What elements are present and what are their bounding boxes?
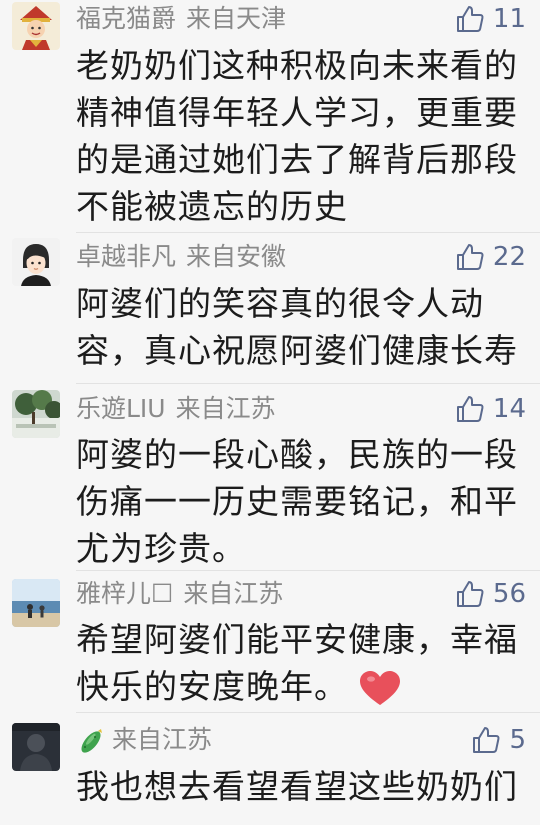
comment-text: 阿婆们的笑容真的很令人动 容，真心祝愿阿婆们健康长寿	[76, 280, 518, 374]
comment-meta: 福克猫爵 来自天津	[76, 2, 286, 36]
like-count: 14	[492, 394, 526, 424]
comment-line-text: 快乐的安度晚年。	[76, 667, 348, 706]
avatar[interactable]	[12, 390, 60, 438]
comment-item: 福克猫爵 来自天津 11 老奶奶们这种积极向未来看的 精神值得年轻人学习，更重要 …	[0, 0, 540, 232]
comment-line: 老奶奶们这种积极向未来看的	[76, 46, 518, 85]
location: 来自安徽	[186, 242, 287, 271]
like-button[interactable]: 5	[471, 723, 526, 757]
thumbs-up-icon	[455, 242, 485, 272]
thumbs-up-icon	[471, 725, 501, 755]
comment-meta: 乐遊LIU 来自江苏	[76, 392, 276, 426]
username[interactable]: 乐遊LIU	[76, 394, 166, 423]
comment-line: 尤为珍贵。	[76, 529, 246, 568]
comment-text: 希望阿婆们能平安健康，幸福 快乐的安度晚年。	[76, 616, 518, 710]
comment-line: 的是通过她们去了解背后那段	[76, 140, 518, 179]
comment-line: 快乐的安度晚年。	[76, 663, 516, 710]
location: 来自江苏	[183, 579, 284, 608]
comment-item: 来自江苏 5 我也想去看望看望这些奶奶们	[0, 713, 540, 825]
comment-line: 不能被遗忘的历史	[76, 187, 348, 226]
like-button[interactable]: 22	[455, 240, 526, 274]
like-count: 11	[492, 4, 526, 34]
like-button[interactable]: 11	[455, 2, 526, 36]
username[interactable]: 福克猫爵	[76, 4, 176, 33]
comment-line: 伤痛一一历史需要铭记，和平	[76, 482, 518, 521]
comment-text: 老奶奶们这种积极向未来看的 精神值得年轻人学习，更重要 的是通过她们去了解背后那…	[76, 42, 518, 230]
thumbs-up-icon	[455, 394, 485, 424]
comment-item: 卓越非凡 来自安徽 22 阿婆们的笑容真的很令人动 容，真心祝愿阿婆们健康长寿	[0, 233, 540, 383]
comment-item: 乐遊LIU 来自江苏 14 阿婆的一段心酸，民族的一段 伤痛一一历史需要铭记，和平…	[0, 384, 540, 570]
cucumber-icon	[76, 726, 106, 756]
comment-text: 我也想去看望看望这些奶奶们	[76, 763, 518, 810]
location: 来自江苏	[112, 725, 213, 754]
location: 来自天津	[186, 4, 287, 33]
heart-icon	[360, 670, 400, 707]
like-button[interactable]: 56	[455, 577, 526, 611]
like-count: 22	[492, 242, 526, 272]
comment-feed: 福克猫爵 来自天津 11 老奶奶们这种积极向未来看的 精神值得年轻人学习，更重要 …	[0, 0, 540, 825]
comment-meta: 来自江苏	[76, 723, 212, 757]
comment-meta: 卓越非凡 来自安徽	[76, 240, 286, 274]
like-button[interactable]: 14	[455, 392, 526, 426]
like-count: 56	[492, 579, 526, 609]
location: 来自江苏	[175, 394, 276, 423]
avatar[interactable]	[12, 2, 60, 50]
comment-line: 希望阿婆们能平安健康，幸福	[76, 620, 518, 659]
comment-line: 容，真心祝愿阿婆们健康长寿	[76, 331, 518, 370]
avatar[interactable]	[12, 579, 60, 627]
comment-meta: 雅梓儿☐ 来自江苏	[76, 577, 283, 611]
thumbs-up-icon	[455, 579, 485, 609]
comment-text: 阿婆的一段心酸，民族的一段 伤痛一一历史需要铭记，和平 尤为珍贵。	[76, 431, 518, 572]
comment-line: 阿婆的一段心酸，民族的一段	[76, 435, 518, 474]
thumbs-up-icon	[455, 4, 485, 34]
username[interactable]: 雅梓儿☐	[76, 579, 173, 608]
comment-line: 我也想去看望看望这些奶奶们	[76, 767, 518, 806]
like-count: 5	[509, 725, 526, 755]
avatar[interactable]	[12, 238, 60, 286]
comment-line: 精神值得年轻人学习，更重要	[76, 93, 518, 132]
avatar[interactable]	[12, 723, 60, 771]
comment-item: 雅梓儿☐ 来自江苏 56 希望阿婆们能平安健康，幸福 快乐的安度晚年。	[0, 571, 540, 712]
comment-line: 阿婆们的笑容真的很令人动	[76, 284, 484, 323]
username[interactable]: 卓越非凡	[76, 242, 176, 271]
